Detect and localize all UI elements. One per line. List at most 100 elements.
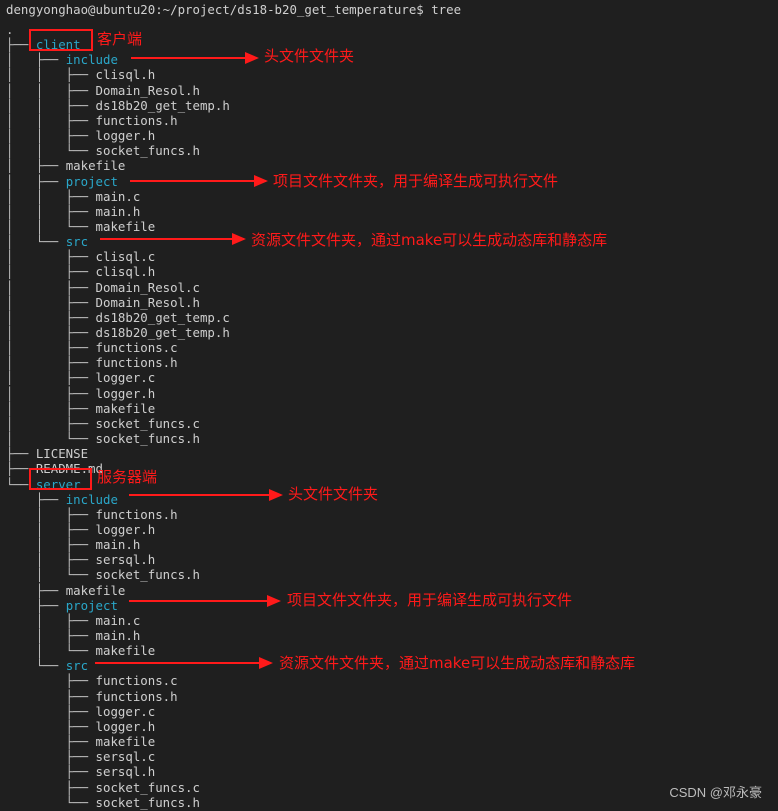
tree-root-row: .: [6, 22, 13, 37]
file-name: functions.h: [95, 506, 178, 522]
tree-branch: ├──: [6, 749, 96, 765]
tree-branch: │ ├──: [6, 279, 96, 295]
tree-directory-row: ├── include: [6, 492, 118, 507]
file-name: logger.h: [95, 128, 156, 144]
tree-file-row: │ │ ├── ds18b20_get_temp.h: [6, 98, 230, 113]
tree-branch: ├──: [6, 779, 96, 795]
file-name: sersql.c: [95, 749, 156, 765]
tree-file-row: │ │ └── socket_funcs.h: [6, 143, 200, 158]
tree-file-row: │ ├── logger.h: [6, 386, 155, 401]
tree-file-row: ├── functions.c: [6, 673, 178, 688]
tree-file-row: │ │ ├── functions.h: [6, 113, 178, 128]
tree-branch: │ ├──: [6, 294, 96, 310]
tree-branch: ├──: [6, 764, 96, 780]
tree-branch: │ │ ├──: [6, 67, 96, 83]
tree-branch: │ ├──: [6, 264, 96, 280]
file-name: logger.h: [95, 385, 156, 401]
file-name: Domain_Resol.h: [95, 294, 200, 310]
tree-file-row: │ ├── Domain_Resol.h: [6, 295, 200, 310]
tree-file-row: │ │ └── makefile: [6, 219, 155, 234]
server-include-arrow: [129, 489, 283, 501]
tree-file-row: │ ├── functions.h: [6, 507, 178, 522]
client-include-annotation: 头文件文件夹: [264, 47, 355, 65]
tree-file-row: │ ├── clisql.c: [6, 249, 155, 264]
tree-branch: │ ├──: [6, 506, 96, 522]
tree-file-row: │ ├── makefile: [6, 158, 125, 173]
tree-branch: │ ├──: [6, 340, 96, 356]
tree-branch: ├──: [6, 491, 66, 507]
tree-directory-row: │ ├── project: [6, 174, 118, 189]
csdn-watermark: CSDN @邓永豪: [669, 785, 762, 800]
tree-directory-row: │ ├── include: [6, 52, 118, 67]
tree-directory-row: │ └── src: [6, 234, 88, 249]
tree-branch: │ ├──: [6, 249, 96, 265]
file-name: socket_funcs.h: [95, 431, 200, 447]
tree-branch: │ │ └──: [6, 218, 96, 234]
tree-branch: │ ├──: [6, 370, 96, 386]
file-name: ds18b20_get_temp.h: [95, 325, 230, 340]
tree-file-row: │ ├── Domain_Resol.c: [6, 280, 200, 295]
tree-file-row: │ ├── logger.c: [6, 370, 155, 385]
tree-branch: │ │ ├──: [6, 112, 96, 128]
server-project-arrow: [129, 595, 281, 607]
tree-file-row: │ ├── ds18b20_get_temp.h: [6, 325, 230, 340]
tree-file-row: │ ├── main.c: [6, 613, 140, 628]
tree-branch: ├──: [6, 582, 66, 598]
file-name: sersql.h: [95, 552, 156, 568]
tree-branch: │ ├──: [6, 537, 96, 553]
file-name: Domain_Resol.c: [95, 279, 200, 295]
file-name: functions.h: [95, 112, 178, 128]
tree-branch: │ │ ├──: [6, 188, 96, 204]
tree-file-row: │ ├── clisql.h: [6, 264, 155, 279]
tree-file-row: ├── functions.h: [6, 689, 178, 704]
client-project-annotation: 项目文件文件夹，用于编译生成可执行文件: [273, 172, 559, 190]
tree-directory-row: ├── project: [6, 598, 118, 613]
tree-branch: │ ├──: [6, 173, 66, 189]
file-name: socket_funcs.h: [95, 794, 200, 810]
file-name: logger.h: [95, 521, 156, 537]
tree-file-row: │ ├── functions.h: [6, 355, 178, 370]
tree-branch: └──: [6, 658, 66, 674]
file-name: functions.h: [95, 688, 178, 704]
file-name: ds18b20_get_temp.c: [95, 309, 230, 325]
file-name: socket_funcs.h: [95, 143, 200, 159]
file-name: makefile: [95, 643, 156, 659]
file-name: socket_funcs.c: [95, 779, 200, 795]
shell-prompt: dengyonghao@ubuntu20:~/project/ds18-b20_…: [6, 2, 462, 17]
tree-branch: │ ├──: [6, 628, 96, 643]
tree-file-row: ├── makefile: [6, 734, 156, 750]
file-name: functions.h: [95, 355, 178, 371]
file-name: clisql.h: [95, 264, 156, 280]
directory-name: include: [65, 491, 118, 507]
tree-branch: .: [6, 22, 14, 37]
server-include-annotation: 头文件文件夹: [288, 485, 379, 503]
client-src-arrow: [100, 233, 246, 245]
file-name: LICENSE: [35, 446, 89, 462]
tree-file-row: │ │ ├── Domain_Resol.h: [6, 83, 200, 98]
tree-branch: │ │ ├──: [6, 203, 96, 219]
file-name: socket_funcs.c: [95, 415, 200, 431]
tree-file-row: │ └── socket_funcs.h: [6, 567, 200, 582]
tree-branch: │ ├──: [6, 158, 66, 174]
tree-file-row: │ ├── logger.h: [6, 522, 155, 537]
file-name: socket_funcs.h: [95, 567, 200, 583]
tree-file-row: ├── sersql.c: [6, 749, 156, 765]
tree-file-row: ├── sersql.h: [6, 764, 156, 780]
tree-file-row: │ └── socket_funcs.h: [6, 431, 200, 446]
tree-file-row: ├── logger.h: [6, 718, 156, 734]
server-label: 服务器端: [97, 468, 158, 486]
file-name: makefile: [65, 582, 126, 598]
file-name: logger.h: [95, 718, 156, 734]
file-name: sersql.h: [95, 764, 156, 780]
tree-branch: ├──: [6, 703, 96, 719]
tree-file-row: └── socket_funcs.h: [6, 795, 200, 810]
file-name: logger.c: [95, 370, 156, 386]
tree-file-row: │ ├── sersql.h: [6, 552, 155, 567]
directory-name: include: [65, 52, 118, 68]
file-name: makefile: [95, 734, 156, 750]
tree-branch: │ │ ├──: [6, 97, 96, 113]
tree-branch: ├──: [6, 688, 96, 704]
tree-branch: │ └──: [6, 567, 96, 583]
tree-file-row: │ ├── main.h: [6, 537, 140, 552]
tree-branch: ├──: [6, 673, 96, 689]
